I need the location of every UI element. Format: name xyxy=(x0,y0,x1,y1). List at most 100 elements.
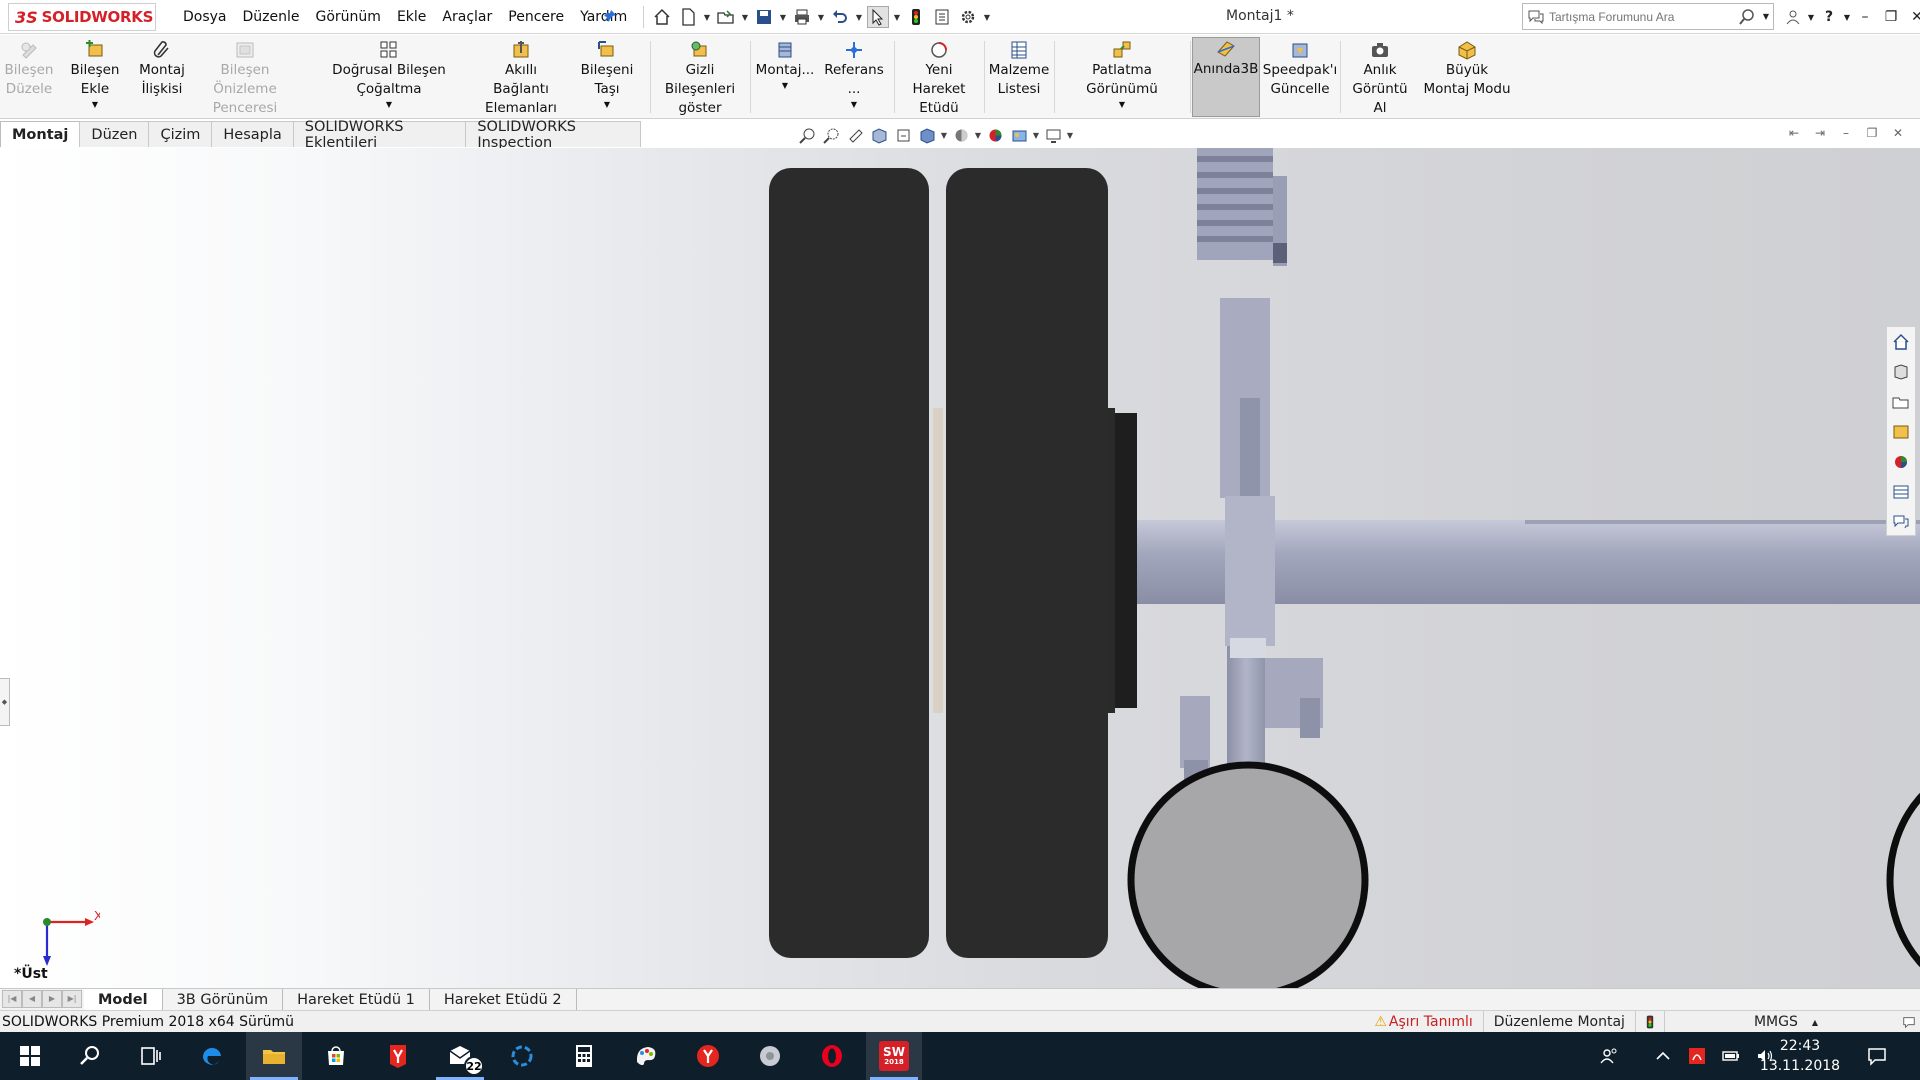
patlatma-gorunumu-button[interactable]: Patlatma Görünümü ▼ xyxy=(1058,39,1186,109)
apply-scene-icon[interactable] xyxy=(1008,124,1030,146)
aninda3b-button[interactable]: Anında3B xyxy=(1192,37,1260,117)
home-icon[interactable] xyxy=(651,6,673,28)
tab-hareket-etudu-2[interactable]: Hareket Etüdü 2 xyxy=(429,989,577,1010)
chevron-down-icon[interactable]: ▼ xyxy=(817,6,825,28)
tab-cizim[interactable]: Çizim xyxy=(148,121,213,147)
yeni-hareket-etudu-button[interactable]: Yeni Hareket Etüdü xyxy=(898,39,980,118)
chevron-down-icon[interactable]: ▼ xyxy=(1806,3,1816,31)
task-view-icon[interactable] xyxy=(122,1032,178,1080)
forum-search[interactable]: ▼ xyxy=(1522,3,1774,30)
montaj-features-button[interactable]: Montaj... ▼ xyxy=(754,39,816,90)
assembly-model[interactable] xyxy=(0,148,1920,988)
edit-appearance-icon[interactable] xyxy=(984,124,1006,146)
menu-duzenle[interactable]: Düzenle xyxy=(235,9,308,25)
opera-icon[interactable] xyxy=(804,1032,860,1080)
store-icon[interactable] xyxy=(308,1032,364,1080)
dynamic-annotation-icon[interactable] xyxy=(892,124,914,146)
calculator-icon[interactable] xyxy=(556,1032,612,1080)
print-icon[interactable] xyxy=(791,6,813,28)
user-icon[interactable] xyxy=(1780,3,1806,31)
traffic-light-icon[interactable] xyxy=(905,6,927,28)
tab-3b-gorunum[interactable]: 3B Görünüm xyxy=(162,989,284,1010)
last-tab-icon[interactable]: ▶| xyxy=(62,989,82,1008)
view-orientation-icon[interactable] xyxy=(916,124,938,146)
minimize-icon[interactable]: – xyxy=(1852,3,1878,31)
people-icon[interactable] xyxy=(1595,1042,1623,1070)
app-spinner-icon[interactable] xyxy=(494,1032,550,1080)
tab-eklentiler[interactable]: SOLIDWORKS Eklentileri xyxy=(292,119,467,151)
chevron-down-icon[interactable]: ▼ xyxy=(974,131,982,140)
new-document-icon[interactable] xyxy=(677,6,699,28)
yandex-browser-icon[interactable] xyxy=(680,1032,736,1080)
graphics-area[interactable]: ◆ X *Üst xyxy=(0,148,1920,988)
chevron-up-icon[interactable] xyxy=(1649,1042,1677,1070)
tab-inspection[interactable]: SOLIDWORKS Inspection xyxy=(465,119,641,151)
menu-ekle[interactable]: Ekle xyxy=(389,9,434,25)
design-library-icon[interactable] xyxy=(1889,359,1913,385)
paint3d-icon[interactable] xyxy=(618,1032,674,1080)
buyuk-montaj-modu-button[interactable]: Büyük Montaj Modu xyxy=(1420,39,1514,99)
mail-icon[interactable]: 22 xyxy=(432,1032,488,1080)
tie-rod-end[interactable] xyxy=(1180,696,1210,768)
pin-icon[interactable] xyxy=(603,9,617,23)
chevron-down-icon[interactable]: ▼ xyxy=(983,6,991,28)
tab-hesapla[interactable]: Hesapla xyxy=(211,121,294,147)
chevron-down-icon[interactable]: ▼ xyxy=(779,6,787,28)
speedpak-guncelle-button[interactable]: Speedpak'ı Güncelle xyxy=(1263,39,1337,99)
undo-icon[interactable] xyxy=(829,6,851,28)
appearances-icon[interactable] xyxy=(1889,449,1913,475)
prev-tab-icon[interactable]: ◀ xyxy=(22,989,42,1008)
close-icon[interactable]: ✕ xyxy=(1904,3,1920,31)
gizli-bilesenleri-goster-button[interactable]: Gizli Bileşenleri göster xyxy=(654,39,746,118)
search-icon[interactable] xyxy=(62,1032,118,1080)
rebuild-status[interactable] xyxy=(1634,1011,1664,1033)
restore-icon[interactable]: ❐ xyxy=(1864,125,1880,141)
tire-right[interactable] xyxy=(946,168,1108,958)
collapse-left-icon[interactable]: ⇤ xyxy=(1786,125,1802,141)
chevron-down-icon[interactable]: ▼ xyxy=(851,101,857,109)
zoom-to-area-icon[interactable] xyxy=(820,124,842,146)
feature-manager-handle[interactable]: ◆ xyxy=(0,678,10,726)
menu-gorunum[interactable]: Görünüm xyxy=(308,9,389,25)
custom-properties-icon[interactable] xyxy=(1889,479,1913,505)
notification-icon[interactable] xyxy=(1862,1042,1892,1070)
chevron-down-icon[interactable]: ▼ xyxy=(855,6,863,28)
chevron-down-icon[interactable]: ▼ xyxy=(1066,131,1074,140)
restore-icon[interactable]: ❐ xyxy=(1878,3,1904,31)
chevron-down-icon[interactable]: ▼ xyxy=(386,101,392,109)
chevron-down-icon[interactable]: ▼ xyxy=(940,131,948,140)
app-disc-icon[interactable] xyxy=(742,1032,798,1080)
comments-icon[interactable] xyxy=(1898,1011,1920,1033)
tab-hareket-etudu-1[interactable]: Hareket Etüdü 1 xyxy=(283,989,430,1010)
bilesen-ekle-button[interactable]: Bileşen Ekle ▼ xyxy=(58,39,132,109)
search-input[interactable] xyxy=(1549,9,1735,24)
referans-geometri-button[interactable]: Referans ... ▼ xyxy=(818,39,890,109)
chevron-down-icon[interactable]: ▼ xyxy=(741,6,749,28)
arm-clamp[interactable] xyxy=(1225,496,1275,646)
close-icon[interactable]: ✕ xyxy=(1890,125,1906,141)
chevron-down-icon[interactable]: ▼ xyxy=(1842,3,1852,31)
file-explorer-icon[interactable] xyxy=(1889,389,1913,415)
chevron-down-icon[interactable]: ▼ xyxy=(1032,131,1040,140)
view-settings-icon[interactable] xyxy=(1042,124,1064,146)
tire-left[interactable] xyxy=(769,168,929,958)
tab-montaj[interactable]: Montaj xyxy=(0,121,81,147)
chevron-down-icon[interactable]: ▼ xyxy=(893,6,901,28)
help-icon[interactable]: ? xyxy=(1816,3,1842,31)
file-explorer-icon[interactable] xyxy=(246,1032,302,1080)
menu-dosya[interactable]: Dosya xyxy=(175,9,235,25)
home-icon[interactable] xyxy=(1889,329,1913,355)
menu-araclar[interactable]: Araçlar xyxy=(434,9,500,25)
open-folder-icon[interactable] xyxy=(715,6,737,28)
select-cursor-icon[interactable] xyxy=(867,6,889,28)
save-icon[interactable] xyxy=(753,6,775,28)
right-wheel-ring[interactable] xyxy=(1886,765,1920,988)
zoom-to-fit-icon[interactable] xyxy=(796,124,818,146)
chevron-down-icon[interactable]: ▼ xyxy=(1119,101,1125,109)
display-style-icon[interactable] xyxy=(950,124,972,146)
chevron-down-icon[interactable]: ▼ xyxy=(1759,12,1773,21)
expand-right-icon[interactable]: ⇥ xyxy=(1812,125,1828,141)
over-defined-status[interactable]: ⚠ Aşırı Tanımlı xyxy=(1364,1011,1482,1033)
solidworks-taskbar-icon[interactable]: SW 2018 xyxy=(866,1032,922,1080)
chevron-down-icon[interactable]: ▼ xyxy=(92,101,98,109)
